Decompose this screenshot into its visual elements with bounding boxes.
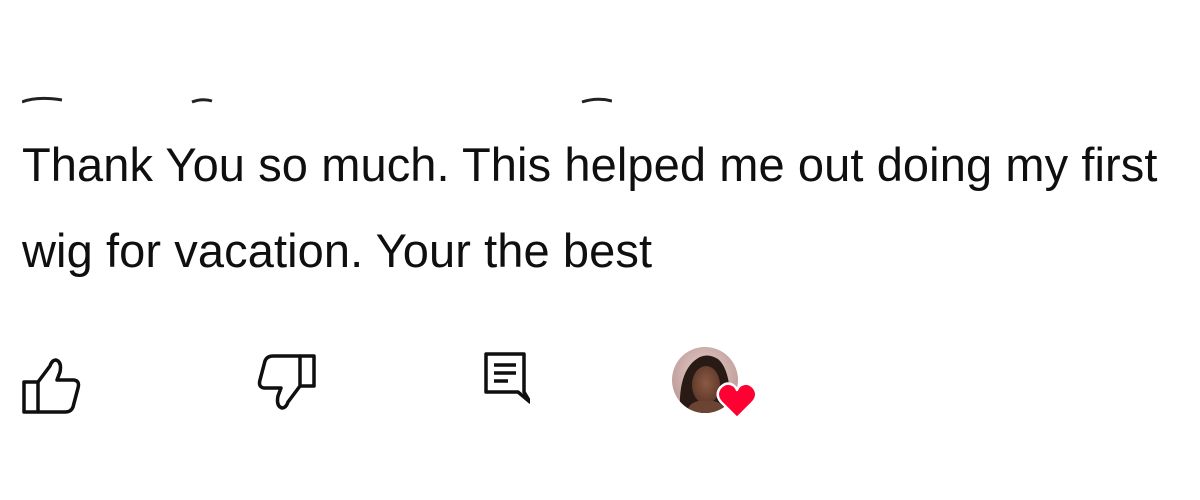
like-button[interactable] [16,352,86,422]
comment-action-bar [0,346,1200,426]
thumbs-up-icon [18,352,84,423]
reply-button[interactable] [474,348,534,408]
heart-icon [716,380,758,420]
cut-off-previous-line [22,84,612,104]
creator-heart [670,346,762,426]
comment-reply-icon [478,346,532,411]
comment-text: Thank You so much. This helped me out do… [22,138,1158,277]
dislike-button[interactable] [252,346,322,416]
thumbs-down-icon [254,346,320,417]
